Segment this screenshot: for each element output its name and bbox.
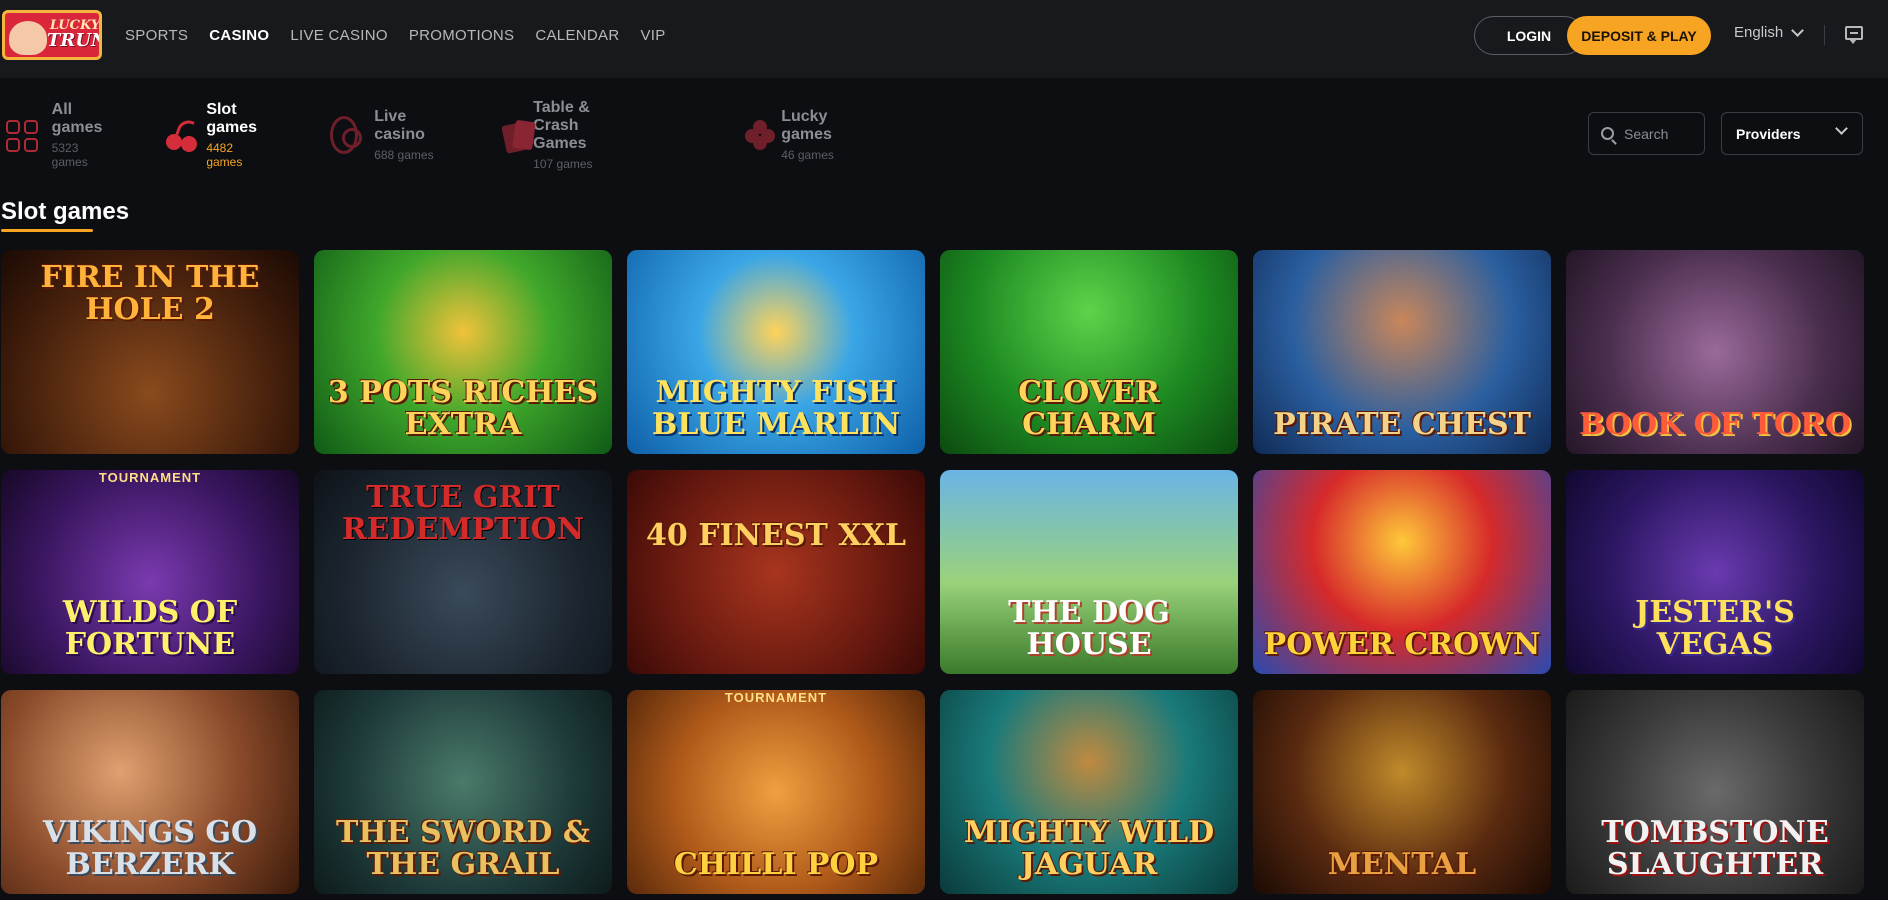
tab-all-games[interactable]: All games 5323 games (4, 101, 111, 169)
tab-all-games-text: All games 5323 games (52, 101, 111, 169)
tab-live-casino-text: Live casino 688 games (374, 108, 434, 162)
tab-count: 5323 games (51, 141, 88, 169)
game-title: 40 FINEST XXL (646, 518, 906, 553)
game-tile[interactable]: FIRE IN THE HOLE 2 (1, 250, 299, 454)
tab-lucky-games-text: Lucky games 46 games (781, 108, 846, 162)
tab-live-casino[interactable]: Live casino 688 games (330, 108, 435, 162)
chevron-down-icon (1835, 122, 1848, 135)
logo-text: LUCKY TRUNK (47, 19, 99, 51)
game-title: JESTER'S VEGAS (1635, 595, 1795, 662)
game-title: MIGHTY FISH BLUE MARLIN (651, 375, 901, 442)
deposit-play-button[interactable]: DEPOSIT & PLAY (1567, 16, 1711, 55)
game-tile[interactable]: JESTER'S VEGAS (1566, 470, 1864, 674)
tab-title: Lucky games (781, 108, 832, 143)
grid-icon (4, 116, 38, 154)
game-title: BOOK OF TORO (1578, 406, 1852, 442)
search-input[interactable] (1624, 125, 1704, 142)
game-tile[interactable]: VIKINGS GO BERZERK (1, 690, 299, 894)
game-title: VIKINGS GO BERZERK (42, 815, 258, 882)
chevron-down-icon (1791, 23, 1805, 37)
tab-title: Slot games (206, 101, 258, 136)
game-tile[interactable]: TOMBSTONE SLAUGHTER (1566, 690, 1864, 894)
tournament-badge: TOURNAMENT (724, 690, 828, 705)
cards-icon (500, 116, 536, 154)
game-title: THE SWORD & THE GRAIL (336, 815, 590, 882)
chat-icon[interactable] (1845, 26, 1863, 44)
game-title: PIRATE CHEST (1273, 406, 1531, 442)
tab-count: 107 games (533, 157, 593, 171)
main-nav: SPORTS CASINO LIVE CASINO PROMOTIONS CAL… (125, 0, 687, 70)
game-title: FIRE IN THE HOLE 2 (40, 260, 260, 327)
top-header: LUCKY TRUNK SPORTS CASINO LIVE CASINO PR… (0, 0, 1888, 78)
game-title: MIGHTY WILD JAGUAR (963, 815, 1215, 882)
tab-title: All games (51, 101, 103, 136)
nav-vip[interactable]: VIP (640, 27, 665, 44)
tab-slot-games-text: Slot games 4482 games (206, 101, 267, 169)
game-tile[interactable]: TRUE GRIT REDEMPTION (314, 470, 612, 674)
tab-slot-games[interactable]: Slot games 4482 games (163, 101, 268, 169)
game-tile[interactable]: THE DOG HOUSE (940, 470, 1238, 674)
providers-dropdown[interactable]: Providers (1721, 112, 1863, 155)
tournament-badge: TOURNAMENT (98, 470, 202, 485)
cherry-icon (163, 116, 197, 154)
tab-table-crash-games[interactable]: Table & Crash Games 107 games (500, 99, 607, 171)
game-tile[interactable]: BOOK OF TORO (1566, 250, 1864, 454)
game-title: MENTAL (1327, 846, 1477, 882)
game-title: CHILLI POP (673, 846, 879, 882)
tab-lucky-games[interactable]: Lucky games 46 games (741, 108, 846, 162)
nav-promotions[interactable]: PROMOTIONS (409, 27, 515, 44)
chip-icon (330, 116, 363, 154)
tab-count: 4482 games (206, 141, 243, 169)
nav-live-casino[interactable]: LIVE CASINO (290, 27, 388, 44)
lucky-trunk-logo[interactable]: LUCKY TRUNK (2, 10, 102, 60)
nav-sports[interactable]: SPORTS (125, 27, 188, 44)
logo-line-2: TRUNK (47, 30, 99, 51)
clover-icon (741, 116, 775, 154)
game-tile[interactable]: 40 FINEST XXL (627, 470, 925, 674)
game-title: POWER CROWN (1263, 626, 1541, 662)
tab-title: Table & Crash Games (533, 99, 590, 152)
game-title: WILDS OF FORTUNE (62, 595, 238, 662)
game-title: CLOVER CHARM (1018, 375, 1160, 442)
game-title: TOMBSTONE SLAUGHTER (1601, 815, 1829, 882)
providers-label: Providers (1736, 125, 1801, 142)
tab-count: 688 games (374, 148, 434, 162)
nav-calendar[interactable]: CALENDAR (535, 27, 619, 44)
nav-casino[interactable]: CASINO (209, 27, 269, 44)
tab-count: 46 games (781, 148, 834, 162)
game-tile[interactable]: MIGHTY FISH BLUE MARLIN (627, 250, 925, 454)
game-title: THE DOG HOUSE (1008, 595, 1170, 662)
game-tile[interactable]: 3 POTS RICHES EXTRA (314, 250, 612, 454)
search-icon (1601, 127, 1614, 140)
game-tile[interactable]: TOURNAMENT WILDS OF FORTUNE (1, 470, 299, 674)
search-box[interactable] (1588, 112, 1705, 155)
game-tile[interactable]: CLOVER CHARM (940, 250, 1238, 454)
game-tile[interactable]: POWER CROWN (1253, 470, 1551, 674)
game-tile[interactable]: THE SWORD & THE GRAIL (314, 690, 612, 894)
game-tile[interactable]: MIGHTY WILD JAGUAR (940, 690, 1238, 894)
title-underline (1, 229, 93, 232)
game-tile[interactable]: TOURNAMENT CHILLI POP (627, 690, 925, 894)
tab-title: Live casino (374, 108, 425, 143)
language-selector[interactable]: English (1734, 23, 1805, 41)
game-title: 3 POTS RICHES EXTRA (327, 375, 599, 442)
header-divider (1824, 25, 1825, 45)
game-title: TRUE GRIT REDEMPTION (341, 480, 585, 547)
game-tile[interactable]: MENTAL (1253, 690, 1551, 894)
language-label: English (1734, 24, 1784, 41)
game-tile[interactable]: PIRATE CHEST (1253, 250, 1551, 454)
page-title: Slot games (1, 198, 130, 225)
elephant-icon (9, 21, 47, 55)
tab-table-crash-text: Table & Crash Games 107 games (533, 99, 607, 171)
